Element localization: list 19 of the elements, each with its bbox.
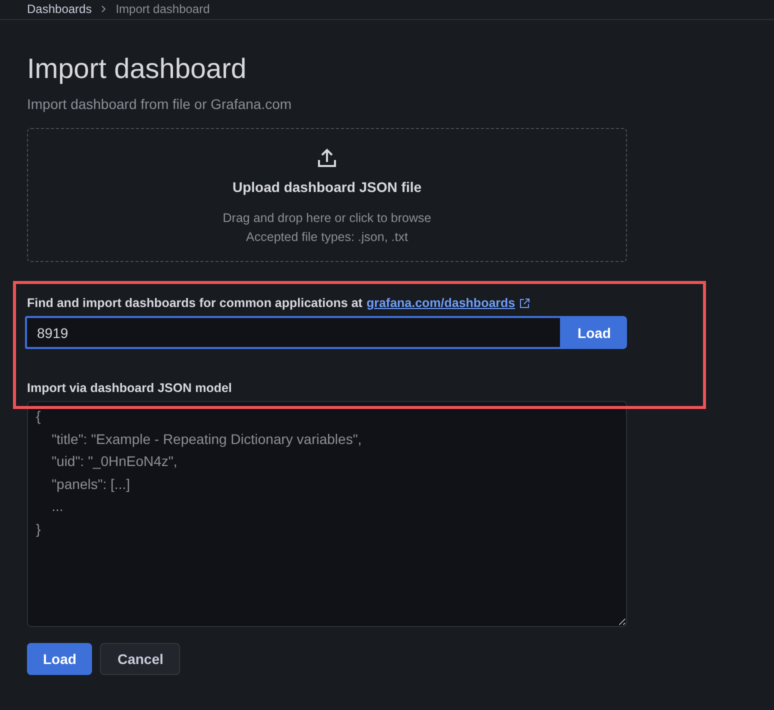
load-button[interactable]: Load (27, 643, 92, 675)
external-link-icon (519, 298, 530, 308)
page-subtitle: Import dashboard from file or Grafana.com (27, 96, 293, 112)
load-button[interactable]: Load (562, 316, 627, 349)
dashboard-id-field[interactable]: 8919 (25, 316, 562, 349)
upload-icon (316, 147, 338, 169)
page-title: Import dashboard (27, 52, 248, 86)
cancel-button[interactable]: Cancel (100, 643, 180, 675)
grafana-link[interactable]: grafana.com/dashboards (366, 296, 516, 310)
accepted-types: Accepted file types: .json, .txt (246, 229, 408, 246)
upload-hint: Drag and drop here or click to browse (222, 210, 432, 227)
chevron-icon (100, 5, 108, 13)
upload-dropzone[interactable]: Upload dashboard JSON file Drag and drop here or click to browse Accepted file types: .json, .txt (27, 128, 627, 262)
field-label: Find and import dashboards for common applications at (27, 296, 362, 310)
upload-title: Upload dashboard JSON file (232, 179, 422, 195)
field-label: Import via dashboard JSON model (27, 381, 233, 395)
breadcrumb-link[interactable]: Dashboards (27, 2, 92, 16)
breadcrumb-link[interactable]: Import dashboard (116, 2, 210, 16)
json-model-field[interactable]: { "title": "Example - Repeating Dictionary variables", "uid": "_0HnEoN4z", "panels": [...] ... } (27, 401, 627, 627)
